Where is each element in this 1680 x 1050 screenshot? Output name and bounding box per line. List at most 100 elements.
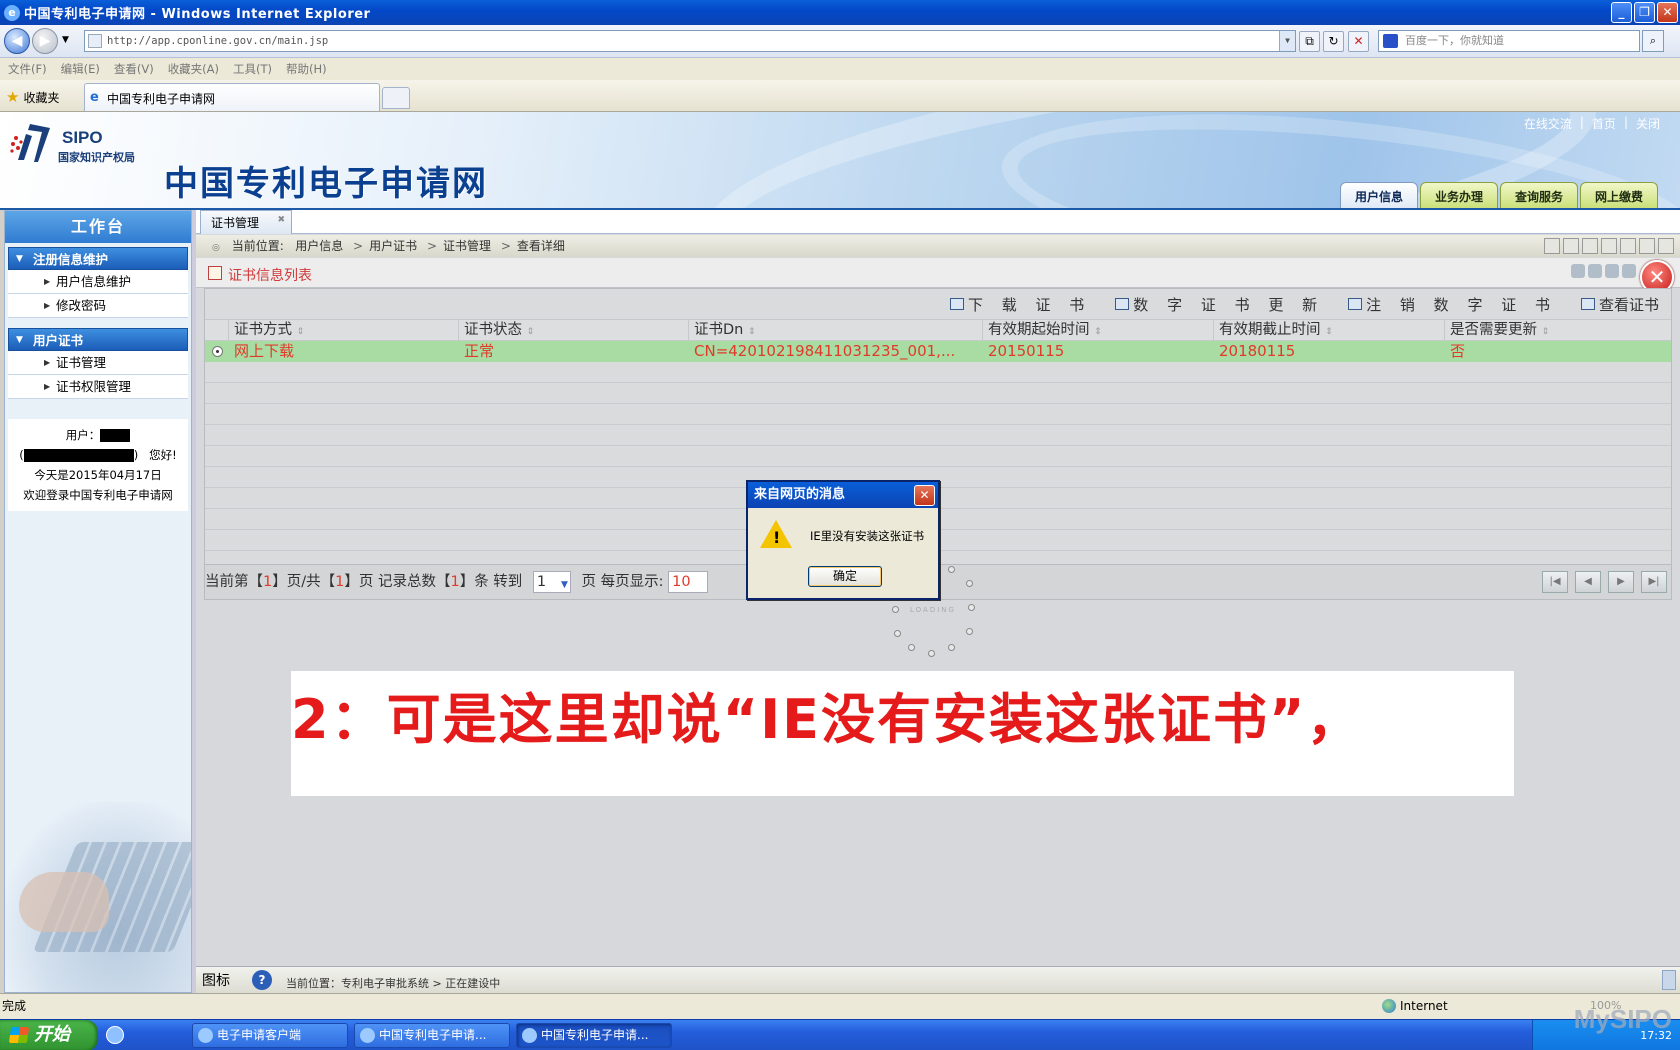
forward-button[interactable]: ▶ <box>32 28 58 54</box>
settings-icon[interactable] <box>1544 238 1560 254</box>
first-page-icon[interactable]: |◀ <box>1542 571 1568 593</box>
pager-buttons: |◀ ◀ ▶ ▶| <box>1542 571 1667 593</box>
taskbar-button-ie-2[interactable]: 中国专利电子申请... <box>516 1023 672 1048</box>
window-icon[interactable] <box>1658 238 1674 254</box>
start-button[interactable]: 开始 <box>0 1020 98 1050</box>
refresh-icon[interactable]: ↻ <box>1323 31 1344 52</box>
taskbar-button-ie-1[interactable]: 中国专利电子申请... <box>354 1023 510 1048</box>
close-tab-icon[interactable]: ✖ <box>277 215 285 225</box>
maximize-icon[interactable] <box>1622 264 1636 278</box>
update-cert-button[interactable]: 数 字 证 书 更 新 <box>1115 294 1324 315</box>
zone-label: Internet <box>1400 999 1448 1013</box>
info-icon[interactable] <box>1605 264 1619 278</box>
quicklaunch-ie-icon[interactable] <box>106 1026 124 1044</box>
pager-text: 】页 记录总数【 <box>344 574 451 590</box>
tab-query[interactable]: 查询服务 <box>1499 182 1578 208</box>
browser-tab-row: ★ 收藏夹 e 中国专利电子申请网 <box>0 80 1680 112</box>
warning-icon[interactable] <box>1620 238 1636 254</box>
history-dropdown-icon[interactable]: ▼ <box>62 35 69 45</box>
back-button[interactable]: ◀ <box>4 28 30 54</box>
dialog-close-button[interactable]: ✕ <box>914 485 935 506</box>
sidebar-item-cert-management[interactable]: ▶ 证书管理 <box>8 351 188 375</box>
content-tabbar: 证书管理 ✖ <box>196 210 1680 234</box>
separator: | <box>1623 115 1628 129</box>
download-cert-button[interactable]: 下 载 证 书 <box>949 294 1091 315</box>
minimize-button[interactable]: _ <box>1611 2 1632 23</box>
breadcrumb-prefix: 当前位置: <box>231 239 284 253</box>
row-select-radio[interactable] <box>205 341 229 362</box>
taskbar-button-client[interactable]: 电子申请客户端 <box>192 1023 348 1048</box>
breadcrumb-item[interactable]: 用户证书 <box>369 239 417 253</box>
browser-tab[interactable]: e 中国专利电子申请网 <box>84 83 380 111</box>
address-bar[interactable]: http://app.cponline.gov.cn/main.jsp ▼ <box>84 30 1296 52</box>
sidebar-item-cert-permissions[interactable]: ▶ 证书权限管理 <box>8 375 188 399</box>
last-page-icon[interactable]: ▶| <box>1641 571 1667 593</box>
col-header-end[interactable]: 有效期截止时间 ⇕ <box>1214 320 1445 340</box>
annotation-caption: 2：可是这里却说“IE没有安装这张证书”， <box>291 671 1514 796</box>
sipo-logo: SIPO 国家知识产权局 <box>8 122 158 167</box>
compat-view-icon[interactable]: ⧉ <box>1299 31 1320 52</box>
col-header-dn[interactable]: 证书Dn ⇕ <box>689 320 983 340</box>
col-header-method[interactable]: 证书方式 ⇕ <box>229 320 459 340</box>
export-icon[interactable] <box>1639 238 1655 254</box>
breadcrumb-item[interactable]: 用户信息 <box>295 239 343 253</box>
refresh-icon[interactable] <box>1588 264 1602 278</box>
revoke-cert-button[interactable]: 注 销 数 字 证 书 <box>1348 294 1557 315</box>
menu-edit[interactable]: 编辑(E) <box>61 61 100 77</box>
sipo-logo-icon <box>10 124 50 162</box>
search-icon[interactable]: ⌕ <box>1642 30 1664 52</box>
column-label: 有效期起始时间 <box>988 322 1090 338</box>
menu-favorites[interactable]: 收藏夹(A) <box>168 61 219 77</box>
user-greeting: 您好! <box>149 448 177 462</box>
ok-button[interactable]: 确定 <box>808 566 882 587</box>
next-page-icon[interactable]: ▶ <box>1608 571 1634 593</box>
pager-text: 页 每页显示: <box>581 574 664 590</box>
user-info-box: 用户： () 您好! 今天是2015年04月17日 欢迎登录中国专利电子申请网 <box>8 419 188 511</box>
print-icon[interactable] <box>1601 238 1617 254</box>
view-cert-button[interactable]: 查看证书 <box>1580 294 1659 315</box>
sidebar-group-registration[interactable]: ▼ 注册信息维护 <box>8 247 188 270</box>
sidebar-item-user-info[interactable]: ▶ 用户信息维护 <box>8 270 188 294</box>
layout-icon[interactable] <box>1563 238 1579 254</box>
sidebar-group-certificates[interactable]: ▼ 用户证书 <box>8 328 188 351</box>
per-page-input[interactable]: 10 <box>668 571 709 593</box>
edit-icon[interactable] <box>1571 264 1585 278</box>
tab-user-info[interactable]: 用户信息 <box>1339 182 1418 208</box>
link-online-chat[interactable]: 在线交流 <box>1524 115 1572 132</box>
link-home[interactable]: 首页 <box>1592 115 1616 132</box>
menu-view[interactable]: 查看(V) <box>114 61 154 77</box>
restore-button[interactable]: ❐ <box>1634 2 1655 23</box>
table-row[interactable]: 网上下载 正常 CN=420102198411031235_001,... 20… <box>205 341 1671 362</box>
help-icon[interactable]: ? <box>252 970 272 990</box>
search-input[interactable]: 百度一下，你就知道 <box>1378 30 1640 52</box>
breadcrumb-item[interactable]: 证书管理 <box>443 239 491 253</box>
goto-page-select[interactable]: 1 ▼ <box>532 571 571 593</box>
col-header-start[interactable]: 有效期起始时间 ⇕ <box>983 320 1214 340</box>
menu-help[interactable]: 帮助(H) <box>286 61 327 77</box>
new-tab-button[interactable] <box>382 87 410 109</box>
link-close[interactable]: 关闭 <box>1636 115 1660 132</box>
main-tabs: 用户信息 业务办理 查询服务 网上缴费 <box>1339 182 1658 208</box>
scroll-button[interactable] <box>1662 970 1676 990</box>
col-header-status[interactable]: 证书状态 ⇕ <box>459 320 689 340</box>
close-window-button[interactable]: ✕ <box>1657 2 1678 23</box>
col-header-renew[interactable]: 是否需要更新 ⇕ <box>1445 320 1671 340</box>
menu-file[interactable]: 文件(F) <box>8 61 47 77</box>
action-label: 注 销 数 字 证 书 <box>1366 295 1557 314</box>
tools-icon[interactable] <box>1582 238 1598 254</box>
caption-text: 2：可是这里却说“IE没有安装这张证书”， <box>291 688 1363 751</box>
sidebar-group-label: 用户证书 <box>33 333 84 348</box>
breadcrumb-item[interactable]: 查看详细 <box>517 239 565 253</box>
tab-business[interactable]: 业务办理 <box>1419 182 1498 208</box>
tab-payment[interactable]: 网上缴费 <box>1579 182 1658 208</box>
sidebar-item-change-password[interactable]: ▶ 修改密码 <box>8 294 188 318</box>
pager-text: 当前第【 <box>205 574 263 590</box>
tab-cert-management[interactable]: 证书管理 ✖ <box>200 210 292 234</box>
address-dropdown-icon[interactable]: ▼ <box>1279 31 1295 51</box>
prev-page-icon[interactable]: ◀ <box>1575 571 1601 593</box>
sidebar-group-label: 注册信息维护 <box>33 252 109 267</box>
security-zone[interactable]: Internet <box>1382 994 1448 1018</box>
stop-icon[interactable]: ✕ <box>1348 31 1369 52</box>
favorites-button[interactable]: ★ 收藏夹 <box>6 88 59 106</box>
menu-tools[interactable]: 工具(T) <box>233 61 272 77</box>
